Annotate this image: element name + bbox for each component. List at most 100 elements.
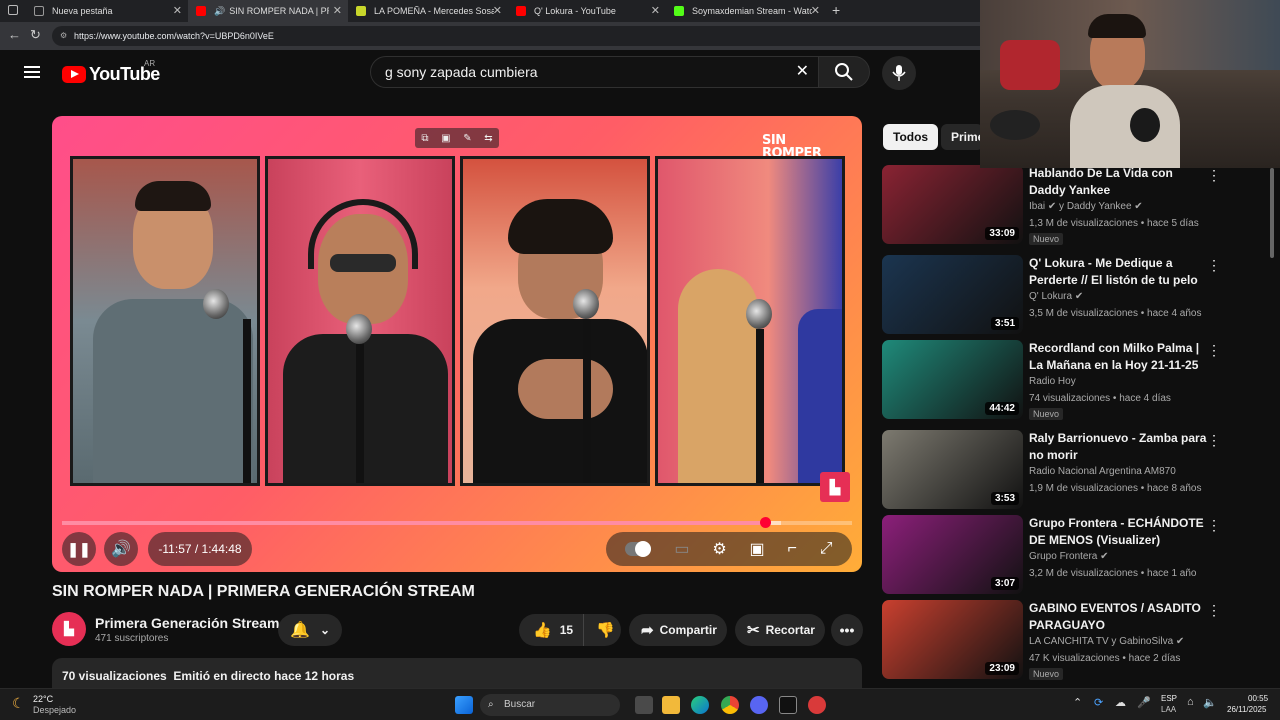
video-thumbnail[interactable]: 44:42: [882, 340, 1023, 419]
weather-moon-icon[interactable]: ☾: [12, 695, 25, 712]
recommendation-item[interactable]: 3:53 Raly Barrionuevo - Zamba para no mor…: [882, 430, 1262, 510]
dislike-button[interactable]: 👎: [584, 621, 627, 639]
url-field[interactable]: ⚙ https://www.youtube.com/watch?v=UBPD6n…: [52, 26, 1052, 46]
more-vertical-icon[interactable]: ⋮: [1207, 432, 1221, 449]
recommendation-title[interactable]: Recordland con Milko Palma | La Mañana e…: [1029, 340, 1209, 374]
recommendation-channel[interactable]: Ibai ✔ y Daddy Yankee ✔: [1029, 201, 1143, 212]
video-player[interactable]: ⧉ ▣ ✎ ⇆ SIN ROMPER NADA ▙: [52, 116, 862, 572]
clip-button[interactable]: ✂ Recortar: [735, 614, 825, 646]
recommendation-channel[interactable]: Radio Hoy: [1029, 376, 1076, 387]
recommendation-item[interactable]: 3:07 Grupo Frontera - ECHÁNDOTE DE MENOS …: [882, 515, 1262, 595]
cloud-icon[interactable]: ☁: [1115, 696, 1126, 709]
recommendation-channel[interactable]: LA CANCHITA TV y GabinoSilva ✔: [1029, 636, 1184, 647]
close-tab-icon[interactable]: ✕: [333, 4, 342, 17]
subtitles-icon[interactable]: ▭: [674, 539, 689, 559]
weather-temp[interactable]: 22°C: [33, 694, 53, 704]
recommendation-channel[interactable]: Grupo Frontera ✔: [1029, 551, 1109, 562]
recommendation-title[interactable]: GABINO EVENTOS / ASADITO PARAGUAYO: [1029, 600, 1209, 634]
video-thumbnail[interactable]: 3:51: [882, 255, 1023, 334]
video-thumbnail[interactable]: 23:09: [882, 600, 1023, 679]
edge-icon[interactable]: [691, 696, 709, 714]
tab-la-pomena[interactable]: LA POMEÑA - Mercedes Sosa - L ✕: [348, 0, 508, 22]
cast-icon[interactable]: ⌐: [788, 540, 797, 558]
close-tab-icon[interactable]: ✕: [811, 4, 820, 17]
recommendation-item[interactable]: 3:51 Q' Lokura - Me Dedique a Perderte //…: [882, 255, 1262, 335]
reload-icon[interactable]: ↻: [30, 27, 41, 43]
recommendation-title[interactable]: Q' Lokura - Me Dedique a Perderte // El …: [1029, 255, 1209, 289]
more-vertical-icon[interactable]: ⋮: [1207, 342, 1221, 359]
window-menu-icon[interactable]: [8, 5, 18, 15]
video-thumbnail[interactable]: 3:53: [882, 430, 1023, 509]
play-pause-button[interactable]: ❚❚: [62, 532, 96, 566]
site-info-icon[interactable]: ⚙: [60, 26, 67, 46]
video-thumbnail[interactable]: 33:09: [882, 165, 1023, 244]
scrollbar-thumb[interactable]: [1270, 168, 1274, 258]
tab-nueva-pestana[interactable]: Nueva pestaña ✕: [26, 0, 188, 22]
taskbar-search[interactable]: ⌕ Buscar: [480, 694, 620, 716]
close-tab-icon[interactable]: ✕: [493, 4, 502, 17]
more-vertical-icon[interactable]: ⋮: [1207, 517, 1221, 534]
page-scrollbar[interactable]: [1268, 168, 1276, 688]
screenshot-icon[interactable]: ▣: [441, 133, 450, 144]
chip-todos[interactable]: Todos: [883, 124, 939, 150]
channel-avatar[interactable]: ▙: [52, 612, 86, 646]
more-vertical-icon[interactable]: ⋮: [1207, 257, 1221, 274]
recommendation-item[interactable]: 44:42 Recordland con Milko Palma | La Mañ…: [882, 340, 1262, 420]
close-tab-icon[interactable]: ✕: [173, 4, 182, 17]
recommendation-title[interactable]: Hablando De La Vida con Daddy Yankee: [1029, 165, 1209, 199]
note-icon[interactable]: ✎: [463, 133, 471, 144]
voice-search-button[interactable]: [882, 56, 916, 90]
clear-search-icon[interactable]: ✕: [796, 57, 809, 87]
time-display[interactable]: -11:57 / 1:44:48: [148, 532, 252, 566]
translate-icon[interactable]: ⇆: [484, 133, 492, 144]
clock-time[interactable]: 00:55: [1248, 694, 1268, 703]
settings-gear-icon[interactable]: ⚙: [712, 539, 726, 559]
scrubber-handle[interactable]: [760, 517, 772, 528]
close-tab-icon[interactable]: ✕: [651, 4, 660, 17]
theater-mode-icon[interactable]: ▣: [750, 539, 765, 559]
recommendation-channel[interactable]: Radio Nacional Argentina AM870: [1029, 466, 1176, 477]
channel-name[interactable]: Primera Generación Stream: [95, 615, 279, 631]
pip-icon[interactable]: ⧉: [421, 133, 428, 144]
more-vertical-icon[interactable]: ⋮: [1207, 602, 1221, 619]
speaker-icon[interactable]: 🔊: [214, 6, 225, 17]
task-view-icon[interactable]: [635, 696, 653, 714]
chevron-up-icon[interactable]: ⌃: [1073, 696, 1082, 709]
discord-icon[interactable]: [750, 696, 768, 714]
tab-q-lokura[interactable]: Q' Lokura - YouTube ✕: [508, 0, 666, 22]
notification-bell-button[interactable]: 🔔 ⌄: [278, 614, 342, 646]
tab-soymaxdemian[interactable]: Soymaxdemian Stream - Watch L ✕: [666, 0, 826, 22]
autoplay-toggle[interactable]: [625, 541, 652, 557]
tab-sin-romper-nada[interactable]: 🔊 SIN ROMPER NADA | PRIME ✕: [188, 0, 348, 22]
description-box[interactable]: 70 visualizaciones Emitió en directo hac…: [52, 658, 862, 688]
language-code[interactable]: ESP: [1161, 694, 1177, 703]
mute-button[interactable]: 🔊: [104, 532, 138, 566]
windows-start-icon[interactable]: [455, 696, 473, 714]
progress-bar[interactable]: [62, 517, 852, 528]
mic-tray-icon[interactable]: 🎤: [1137, 696, 1151, 709]
chrome-icon[interactable]: [721, 696, 739, 714]
more-actions-button[interactable]: •••: [831, 614, 863, 646]
search-input[interactable]: g sony zapada cumbiera ✕: [370, 56, 820, 88]
chip-prime[interactable]: Prime: [941, 124, 983, 150]
back-arrow-icon[interactable]: ←: [8, 27, 21, 42]
like-button[interactable]: 👍 15: [519, 614, 585, 646]
share-button[interactable]: ➦ Compartir: [629, 614, 727, 646]
hamburger-menu-icon[interactable]: [24, 66, 40, 78]
recommendation-channel[interactable]: Q' Lokura ✔: [1029, 291, 1083, 302]
recommendation-item[interactable]: 33:09 Hablando De La Vida con Daddy Yanke…: [882, 165, 1262, 245]
video-thumbnail[interactable]: 3:07: [882, 515, 1023, 594]
search-button[interactable]: [818, 56, 870, 88]
sync-icon[interactable]: ⟳: [1094, 696, 1103, 709]
network-icon[interactable]: ⌂: [1187, 696, 1194, 708]
fullscreen-icon[interactable]: ⤢: [820, 540, 833, 558]
channel-watermark-icon[interactable]: ▙: [820, 472, 850, 502]
file-explorer-icon[interactable]: [662, 696, 680, 714]
recommendation-item[interactable]: 23:09 GABINO EVENTOS / ASADITO PARAGUAYO L…: [882, 600, 1262, 680]
more-vertical-icon[interactable]: ⋮: [1207, 167, 1221, 184]
app-icon[interactable]: [808, 696, 826, 714]
new-tab-plus-icon[interactable]: +: [832, 2, 840, 18]
recommendation-title[interactable]: Raly Barrionuevo - Zamba para no morir: [1029, 430, 1209, 464]
recommendation-title[interactable]: Grupo Frontera - ECHÁNDOTE DE MENOS (Vis…: [1029, 515, 1209, 549]
youtube-logo[interactable]: YouTube AR: [62, 59, 160, 85]
